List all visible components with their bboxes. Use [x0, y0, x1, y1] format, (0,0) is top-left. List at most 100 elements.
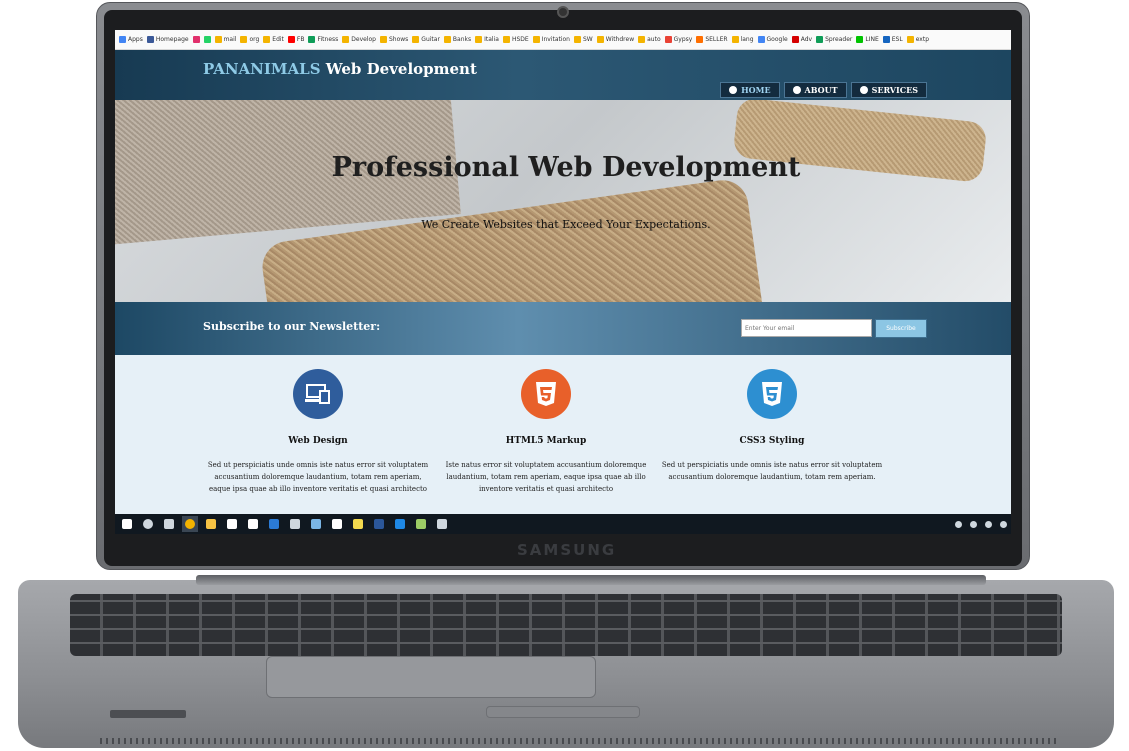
- bookmark-item[interactable]: Spreader: [816, 36, 852, 43]
- bookmark-item[interactable]: ESL: [882, 36, 903, 43]
- subscribe-button[interactable]: Subscribe: [875, 319, 927, 338]
- chrome-icon[interactable]: [182, 516, 198, 532]
- nav-home[interactable]: HOME: [720, 82, 780, 98]
- bookmark-item[interactable]: HSDE: [502, 36, 529, 43]
- bookmark-item[interactable]: Develop: [342, 36, 376, 43]
- document-icon[interactable]: [329, 516, 345, 532]
- bookmark-item[interactable]: [203, 36, 211, 43]
- bookmark-item[interactable]: Homepage: [146, 36, 189, 43]
- camera-icon: [557, 6, 569, 18]
- mail-icon[interactable]: [245, 516, 261, 532]
- notepad-icon[interactable]: [308, 516, 324, 532]
- notification-icon[interactable]: [1000, 520, 1007, 528]
- bookmark-label: Gypsy: [673, 36, 693, 43]
- bookmark-item[interactable]: SW: [573, 36, 593, 43]
- hero-subtitle: We Create Websites that Exceed Your Expe…: [421, 218, 711, 231]
- network-icon[interactable]: [970, 520, 977, 528]
- search-icon[interactable]: [140, 516, 156, 532]
- feature-text: Sed ut perspiciatis unde omnis iste natu…: [207, 461, 429, 493]
- bookmark-item[interactable]: auto: [638, 36, 661, 43]
- bookmark-label: Italia: [484, 36, 499, 43]
- bookmark-label: ESL: [891, 36, 903, 43]
- bookmark-icon: [664, 36, 672, 43]
- bookmark-icon: [443, 36, 451, 43]
- bookmark-label: Apps: [128, 36, 143, 43]
- bookmark-icon: [379, 36, 387, 43]
- bookmark-item[interactable]: Adv: [791, 36, 812, 43]
- bookmark-item[interactable]: mail: [214, 36, 237, 43]
- feature-web-design: Web Design Sed ut perspiciatis unde omni…: [203, 369, 433, 495]
- bookmark-icon: [146, 36, 154, 43]
- edge-icon[interactable]: [392, 516, 408, 532]
- feature-title: Web Design: [288, 436, 348, 446]
- nav-about[interactable]: ABOUT: [783, 82, 847, 98]
- email-input[interactable]: [741, 319, 872, 337]
- vent: [100, 738, 1060, 744]
- brand-rest: Web Development: [325, 60, 477, 78]
- laptop: Apps Homepage mail org Edit FB Fitness Develop S…: [0, 0, 1129, 751]
- bookmark-icon: [638, 36, 646, 43]
- start-icon[interactable]: [119, 516, 135, 532]
- card-slot: [110, 710, 186, 718]
- bookmark-label: org: [249, 36, 260, 43]
- bookmark-icon: [263, 36, 271, 43]
- bookmark-item[interactable]: [192, 36, 200, 43]
- bookmark-label: Spreader: [825, 36, 853, 43]
- task-view-icon[interactable]: [161, 516, 177, 532]
- bookmark-item[interactable]: LINE: [856, 36, 879, 43]
- bookmark-item[interactable]: FB: [287, 36, 304, 43]
- bookmark-item[interactable]: Google: [757, 36, 788, 43]
- bookmark-label: Shows: [388, 36, 409, 43]
- sticky-notes-icon[interactable]: [350, 516, 366, 532]
- bookmark-icon: [412, 36, 420, 43]
- nav-services-label: SERVICES: [871, 85, 918, 95]
- word-icon[interactable]: [371, 516, 387, 532]
- bookmark-item[interactable]: Withdrew: [596, 36, 635, 43]
- site-brand[interactable]: PANANIMALS Web Development: [203, 60, 477, 78]
- snipping-icon[interactable]: [413, 516, 429, 532]
- store-icon[interactable]: [224, 516, 240, 532]
- bookmark-item[interactable]: SELLER: [696, 36, 728, 43]
- bookmark-label: SELLER: [705, 36, 728, 43]
- chevron-up-icon[interactable]: [955, 520, 962, 528]
- bookmark-item[interactable]: Italia: [475, 36, 499, 43]
- bookmark-item[interactable]: lang: [731, 36, 754, 43]
- calculator-icon[interactable]: [434, 516, 450, 532]
- bookmark-item[interactable]: Apps: [119, 36, 143, 43]
- bookmark-item[interactable]: Gypsy: [664, 36, 693, 43]
- bookmark-icon: [816, 36, 824, 43]
- bookmark-label: Withdrew: [605, 36, 635, 43]
- bookmark-label: auto: [647, 36, 661, 43]
- vscode-icon[interactable]: [266, 516, 282, 532]
- bookmark-item[interactable]: Banks: [443, 36, 472, 43]
- bookmark-item[interactable]: extp: [906, 36, 929, 43]
- bookmark-item[interactable]: Fitness: [308, 36, 338, 43]
- bookmark-label: mail: [223, 36, 237, 43]
- feature-title: HTML5 Markup: [505, 436, 587, 446]
- volume-icon[interactable]: [985, 520, 992, 528]
- css3-icon: [747, 369, 797, 419]
- bookmark-icon: [856, 36, 864, 43]
- brand-highlight: PANANIMALS: [203, 60, 321, 78]
- bookmark-icon: [214, 36, 222, 43]
- bookmark-icon: [532, 36, 540, 43]
- touchpad: [266, 656, 596, 698]
- terminal-icon[interactable]: [287, 516, 303, 532]
- bookmark-label: LINE: [865, 36, 879, 43]
- html5-icon: [521, 369, 571, 419]
- bookmark-icon: [731, 36, 739, 43]
- bookmark-icon: [475, 36, 483, 43]
- bookmark-item[interactable]: Invitation: [532, 36, 570, 43]
- bookmark-item[interactable]: Edit: [263, 36, 284, 43]
- bookmark-item[interactable]: Shows: [379, 36, 409, 43]
- bookmark-label: Fitness: [317, 36, 339, 43]
- bookmark-label: Banks: [452, 36, 472, 43]
- nav-services[interactable]: SERVICES: [850, 82, 927, 98]
- file-explorer-icon[interactable]: [203, 516, 219, 532]
- bookmark-icon: [573, 36, 581, 43]
- site-nav: HOME ABOUT SERVICES: [720, 82, 927, 98]
- bookmark-icon: [119, 36, 126, 43]
- globe-icon: [859, 86, 868, 94]
- bookmark-item[interactable]: Guitar: [412, 36, 440, 43]
- bookmark-item[interactable]: org: [240, 36, 259, 43]
